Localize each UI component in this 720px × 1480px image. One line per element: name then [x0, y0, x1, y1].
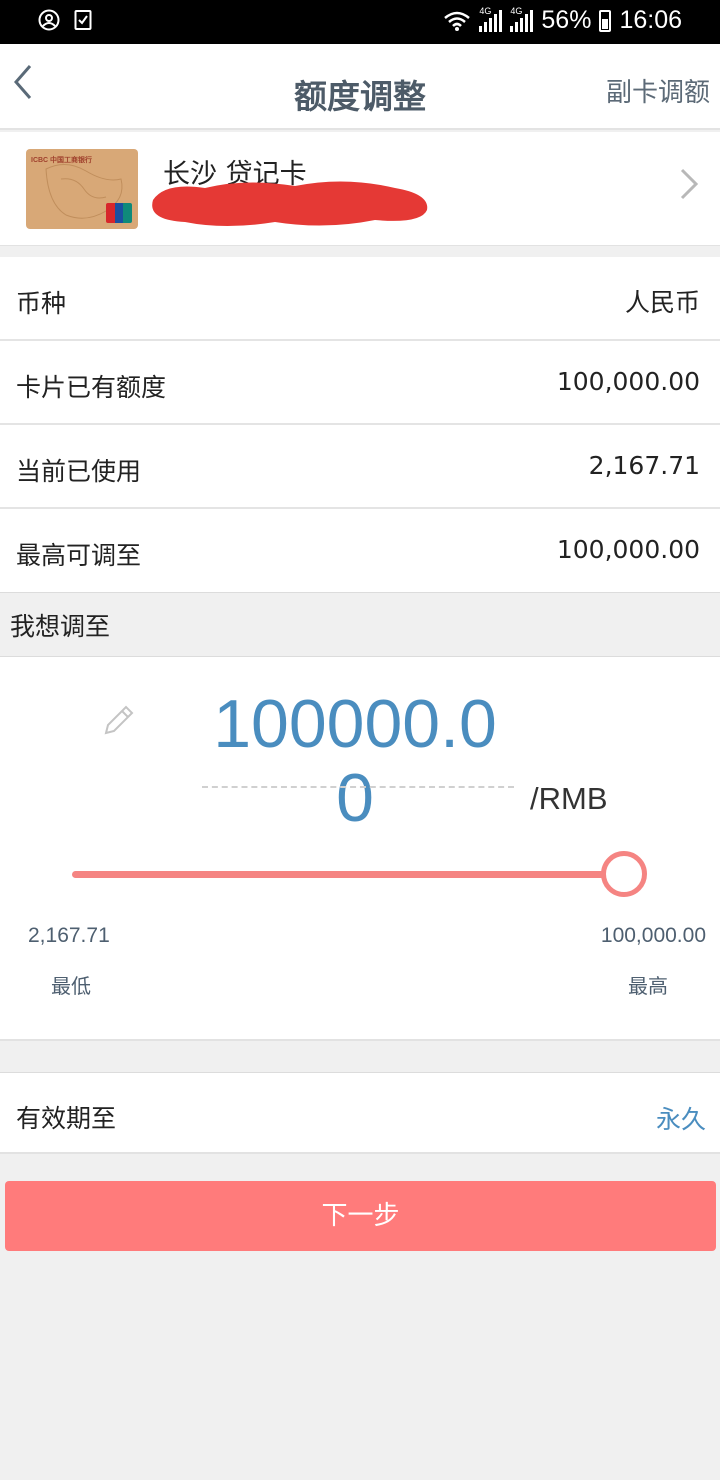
target-amount-input[interactable]: 100000.00 — [200, 687, 510, 835]
secondary-card-adjust-link[interactable]: 副卡调额 — [606, 72, 710, 109]
clock: 16:06 — [619, 6, 682, 34]
next-step-button[interactable]: 下一步 — [5, 1181, 716, 1251]
existing-limit-label: 卡片已有额度 — [16, 373, 167, 402]
account-icon — [38, 9, 60, 31]
network-type-2: 4G — [510, 5, 523, 16]
status-bar: 4G 4G 56% 16:06 — [0, 0, 720, 44]
slider-min-value: 2,167.71 — [28, 924, 110, 947]
slider-max-label: 最高 — [628, 974, 668, 998]
info-row-currency: 币种 人民币 — [0, 257, 720, 341]
wifi-icon — [444, 11, 471, 31]
battery-percent: 56% — [541, 6, 592, 34]
validity-label: 有效期至 — [16, 1104, 117, 1133]
slider-max-value: 100,000.00 — [600, 924, 706, 947]
info-row-used: 当前已使用 2,167.71 — [0, 425, 720, 509]
amount-unit: /RMB — [530, 781, 608, 816]
max-adjustable-label: 最高可调至 — [16, 541, 142, 570]
target-section-label: 我想调至 — [10, 612, 111, 641]
slider-min-label: 最低 — [51, 974, 91, 998]
amount-underline — [202, 786, 514, 788]
info-row-existing-limit: 卡片已有额度 100,000.00 — [0, 341, 720, 425]
used-value: 2,167.71 — [588, 451, 700, 480]
signal-2: 4G — [510, 6, 534, 32]
validity-row[interactable]: 有效期至 永久 — [0, 1072, 720, 1154]
currency-label: 币种 — [16, 289, 67, 318]
limit-slider-thumb[interactable] — [601, 851, 647, 897]
network-type-1: 4G — [479, 5, 492, 16]
header-bar: 额度调整 副卡调额 — [0, 44, 720, 130]
card-info-list: 币种 人民币 卡片已有额度 100,000.00 当前已使用 2,167.71 … — [0, 257, 720, 593]
unionpay-logo-icon — [106, 203, 132, 223]
limit-slider-track[interactable] — [72, 871, 612, 878]
edit-amount-button[interactable] — [98, 701, 138, 745]
chevron-right-icon — [680, 168, 699, 200]
battery-icon — [599, 9, 612, 32]
status-left-icons — [38, 9, 92, 31]
task-check-icon — [74, 10, 92, 30]
redacted-card-number — [152, 181, 428, 226]
info-row-max-adjustable: 最高可调至 100,000.00 — [0, 509, 720, 593]
card-chevron — [678, 164, 702, 208]
pencil-icon — [104, 705, 134, 735]
used-label: 当前已使用 — [16, 457, 142, 486]
existing-limit-value: 100,000.00 — [556, 367, 700, 396]
max-adjustable-value: 100,000.00 — [556, 535, 700, 564]
currency-value: 人民币 — [624, 288, 700, 317]
status-right: 4G 4G 56% 16:06 — [443, 6, 682, 35]
adjust-panel: 100000.00 /RMB 2,167.71 最低 100,000.00 最高 — [0, 656, 720, 1041]
validity-value[interactable]: 永久 — [656, 1100, 706, 1136]
card-thumbnail: ICBC 中国工商银行 — [26, 149, 138, 229]
signal-1: 4G — [479, 6, 503, 32]
